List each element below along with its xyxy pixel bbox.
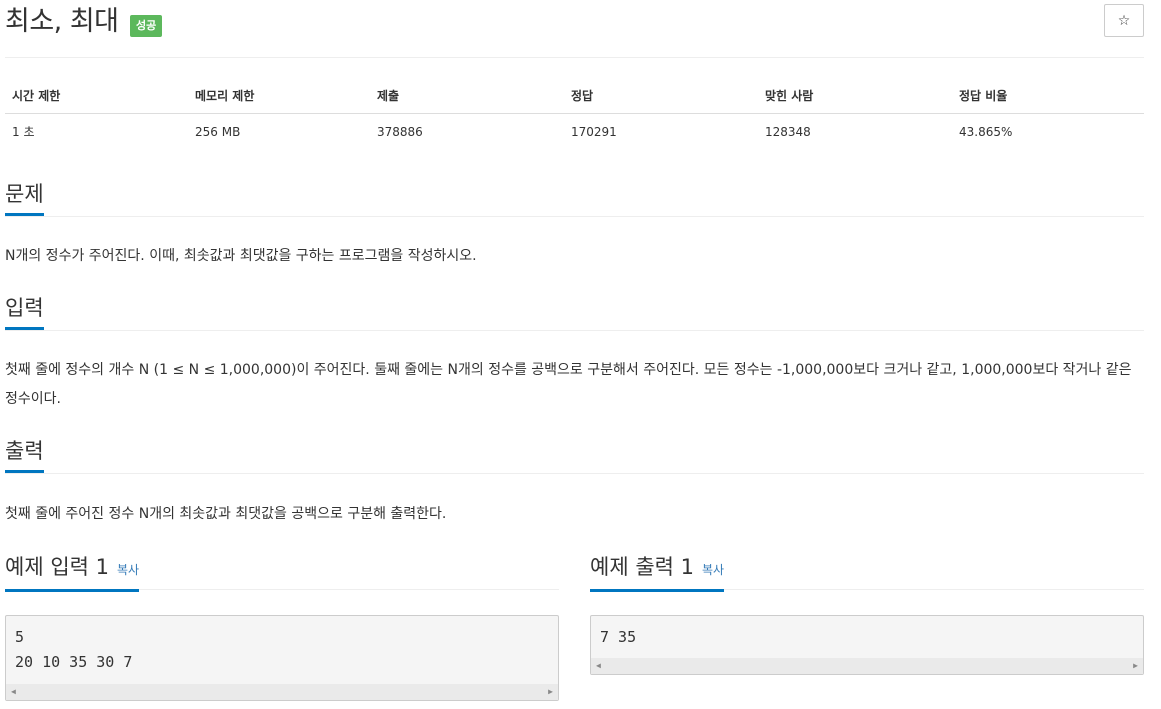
sample-output-heading: 예제 출력 1 (590, 555, 694, 579)
star-icon: ☆ (1117, 12, 1131, 29)
input-section-header: 입력 (5, 294, 1144, 331)
status-badge: 성공 (130, 15, 163, 37)
table-header-row: 시간 제한 메모리 제한 제출 정답 맞힌 사람 정답 비율 (5, 78, 1144, 114)
copy-sample-output-button[interactable]: 복사 (702, 556, 724, 584)
sample-input-heading-wrap: 예제 입력 1 복사 (5, 553, 140, 592)
memory-limit-value: 256 MB (195, 124, 241, 139)
input-heading: 입력 (5, 296, 44, 320)
sample-output-content: 7 35 (600, 628, 637, 646)
time-limit-value: 1 초 (12, 125, 35, 139)
description-heading: 문제 (5, 182, 44, 206)
problem-info-table: 시간 제한 메모리 제한 제출 정답 맞힌 사람 정답 비율 1 초 256 M… (5, 78, 1144, 149)
accepted-value: 170291 (571, 124, 617, 139)
favorite-button[interactable]: ☆ (1104, 4, 1144, 37)
sample-output-scrollbar[interactable]: ◀ ▶ (591, 658, 1143, 674)
header-solvers: 맞힌 사람 (758, 78, 952, 114)
scroll-right-icon[interactable]: ▶ (548, 687, 553, 696)
header-memory-limit: 메모리 제한 (188, 78, 370, 114)
output-text: 첫째 줄에 주어진 정수 N개의 최솟값과 최댓값을 공백으로 구분해 출력한다… (5, 506, 447, 522)
sample-input-header: 예제 입력 1 복사 (5, 553, 559, 592)
header-accepted: 정답 (564, 78, 758, 114)
sample-input-scrollbar[interactable]: ◀ ▶ (6, 684, 558, 700)
input-text: 첫째 줄에 정수의 개수 N (1 ≤ N ≤ 1,000,000)이 주어진다… (5, 362, 1132, 407)
accept-ratio-value: 43.865% (959, 124, 1013, 139)
copy-sample-input-button[interactable]: 복사 (117, 556, 139, 584)
scroll-right-icon[interactable]: ▶ (1133, 661, 1138, 670)
header-time-limit: 시간 제한 (5, 78, 188, 114)
description-text: N개의 정수가 주어진다. 이때, 최솟값과 최댓값을 구하는 프로그램을 작성… (5, 248, 477, 264)
title-row: 최소, 최대 성공 ☆ (5, 4, 1144, 44)
solvers-value: 128348 (765, 124, 811, 139)
input-heading-wrap: 입력 (5, 294, 44, 330)
sample-output-box: 7 35 ◀ ▶ (590, 615, 1144, 675)
title-divider (5, 57, 1144, 58)
scroll-left-icon[interactable]: ◀ (11, 687, 16, 696)
sample-output-heading-wrap: 예제 출력 1 복사 (590, 553, 725, 592)
submissions-value: 378886 (377, 124, 423, 139)
sample-output-header: 예제 출력 1 복사 (590, 553, 1144, 592)
output-section-header: 출력 (5, 437, 1144, 474)
header-submissions: 제출 (370, 78, 564, 114)
sample-input-heading: 예제 입력 1 (5, 555, 109, 579)
header-accept-ratio: 정답 비율 (952, 78, 1144, 114)
sample-input-content: 5 20 10 35 30 7 (15, 628, 133, 671)
scroll-left-icon[interactable]: ◀ (596, 661, 601, 670)
sample-input-box: 5 20 10 35 30 7 ◀ ▶ (5, 615, 559, 701)
output-heading-wrap: 출력 (5, 437, 44, 473)
output-heading: 출력 (5, 439, 44, 463)
description-section-header: 문제 (5, 180, 1144, 217)
table-row: 1 초 256 MB 378886 170291 128348 43.865% (5, 114, 1144, 150)
description-heading-wrap: 문제 (5, 180, 44, 216)
page-title: 최소, 최대 (5, 6, 119, 37)
